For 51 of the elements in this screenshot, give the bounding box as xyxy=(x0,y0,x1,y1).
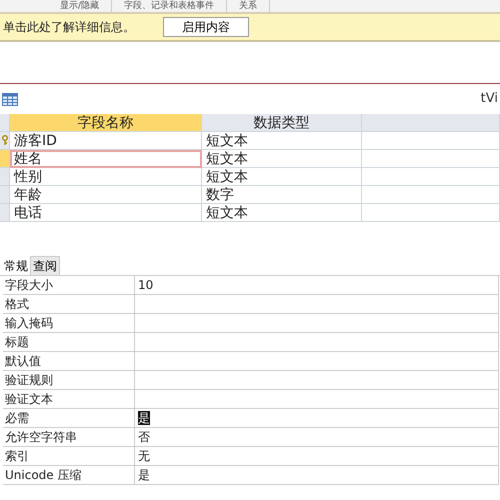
data-type-cell[interactable]: 短文本 xyxy=(202,204,362,222)
property-value-cell[interactable] xyxy=(135,333,499,352)
column-header: 数据类型 xyxy=(202,114,362,132)
property-value-cell[interactable] xyxy=(135,295,499,314)
property-label: 字段大小 xyxy=(3,276,135,295)
field-name-cell[interactable]: 游客ID xyxy=(10,132,202,150)
table-icon xyxy=(2,92,18,106)
field-name-cell[interactable]: 姓名 xyxy=(10,150,202,168)
message-text[interactable]: 单击此处了解详细信息。 xyxy=(3,18,135,36)
field-name-cell[interactable]: 电话 xyxy=(10,204,202,222)
row-selector[interactable] xyxy=(0,204,10,222)
property-label: 必需 xyxy=(3,409,135,428)
property-label: 允许空字符串 xyxy=(3,428,135,447)
row-selector[interactable] xyxy=(0,132,10,150)
data-type-cell[interactable]: 短文本 xyxy=(202,132,362,150)
property-label: 验证文本 xyxy=(3,390,135,409)
property-value[interactable]: 否 xyxy=(138,430,150,444)
property-value-cell[interactable] xyxy=(135,390,499,409)
property-label: 标题 xyxy=(3,333,135,352)
field-name-cell[interactable]: 性别 xyxy=(10,168,202,186)
data-type-cell[interactable]: 短文本 xyxy=(202,168,362,186)
property-value-cell[interactable]: 10 xyxy=(135,276,499,295)
column-header: 字段名称 xyxy=(10,114,202,132)
property-value-cell[interactable]: 否 xyxy=(135,428,499,447)
property-label: 输入掩码 xyxy=(3,314,135,333)
property-value[interactable]: 是 xyxy=(138,468,150,482)
property-label: 默认值 xyxy=(3,352,135,371)
key-icon xyxy=(1,135,9,145)
table-tab-title[interactable]: tVi xyxy=(480,89,498,109)
property-value-cell[interactable]: 是 xyxy=(135,466,499,485)
field-name-cell[interactable]: 年龄 xyxy=(10,186,202,204)
property-value-cell[interactable] xyxy=(135,352,499,371)
property-value[interactable]: 10 xyxy=(138,278,154,292)
data-type-cell[interactable]: 短文本 xyxy=(202,150,362,168)
property-value-cell[interactable]: 无 xyxy=(135,447,499,466)
property-value-cell[interactable] xyxy=(135,371,499,390)
enable-content-button[interactable]: 启用内容 xyxy=(163,17,249,37)
property-label: 格式 xyxy=(3,295,135,314)
data-type-cell[interactable]: 数字 xyxy=(202,186,362,204)
property-value-cell[interactable] xyxy=(135,314,499,333)
property-label: Unicode 压缩 xyxy=(3,466,135,485)
property-value-cell[interactable]: 是 xyxy=(135,409,499,428)
property-label: 索引 xyxy=(3,447,135,466)
property-tab[interactable]: 查阅 xyxy=(30,256,60,275)
row-selector[interactable] xyxy=(0,168,10,186)
row-selector[interactable] xyxy=(0,150,10,168)
property-value[interactable]: 是 xyxy=(138,411,150,425)
property-value[interactable]: 无 xyxy=(138,449,150,463)
grid-corner xyxy=(0,114,10,132)
row-selector[interactable] xyxy=(0,186,10,204)
property-label: 验证规则 xyxy=(3,371,135,390)
